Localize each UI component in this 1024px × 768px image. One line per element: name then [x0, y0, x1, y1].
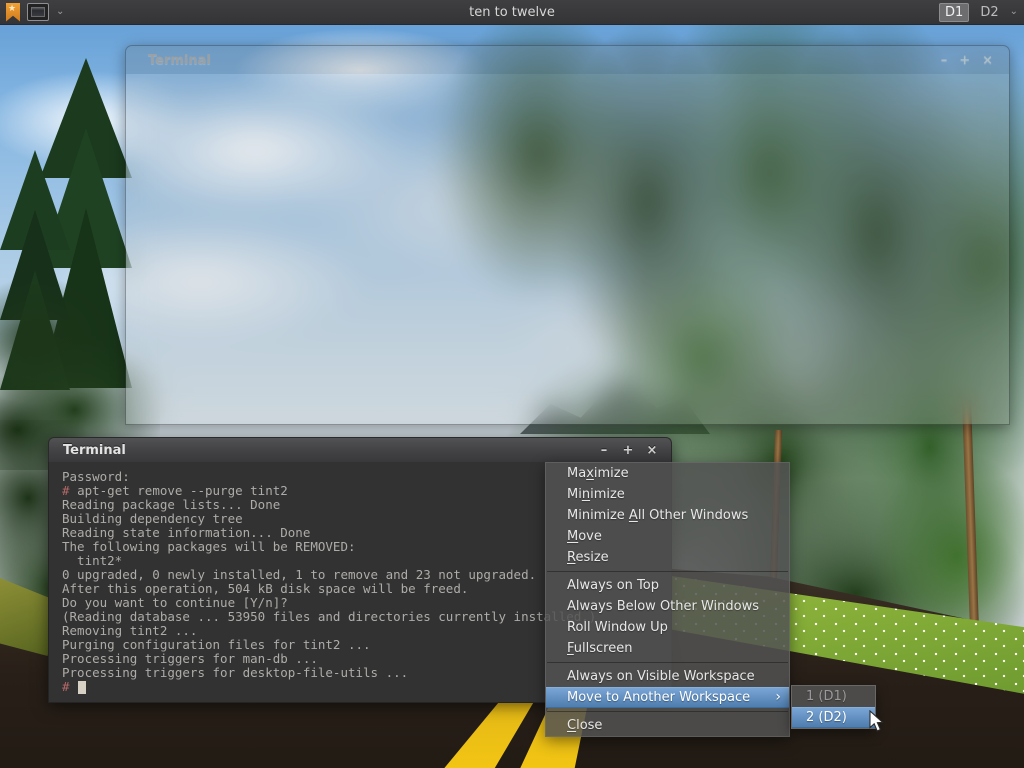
- menu-item-label: Resize: [567, 547, 609, 568]
- shell-prompt: #: [62, 483, 77, 498]
- menu-item-roll-window-up[interactable]: Roll Window Up: [546, 617, 789, 638]
- distro-logo-icon[interactable]: ★: [6, 3, 20, 22]
- terminal-title: Terminal: [63, 443, 126, 458]
- background-window-titlebar[interactable]: Terminal – + ×: [126, 46, 1009, 74]
- workspace-submenu: 1 (D1)2 (D2): [791, 685, 876, 729]
- workspace-button-d2[interactable]: D2: [975, 4, 1003, 21]
- background-terminal-window[interactable]: Terminal – + ×: [125, 45, 1010, 425]
- submenu-item-workspace-1: 1 (D1): [792, 686, 875, 707]
- menu-item-always-below-other-windows[interactable]: Always Below Other Windows: [546, 596, 789, 617]
- menu-item-label: 2 (D2): [806, 708, 847, 727]
- window-thumbnail-icon: [31, 7, 45, 17]
- menu-item-minimize-all-other-windows[interactable]: Minimize All Other Windows: [546, 505, 789, 526]
- submenu-arrow-icon: ›: [775, 687, 781, 708]
- menu-item-always-on-top[interactable]: Always on Top: [546, 575, 789, 596]
- window-list-button[interactable]: [27, 3, 49, 21]
- menu-item-label: Roll Window Up: [567, 617, 668, 638]
- menu-separator: [546, 568, 789, 575]
- menu-item-fullscreen[interactable]: Fullscreen: [546, 638, 789, 659]
- menu-item-label: Maximize: [567, 463, 629, 484]
- chevron-down-icon[interactable]: ⌄: [56, 7, 64, 17]
- maximize-button[interactable]: +: [621, 443, 635, 458]
- menu-item-always-on-visible-workspace[interactable]: Always on Visible Workspace: [546, 666, 789, 687]
- close-button[interactable]: ×: [982, 53, 993, 68]
- panel-clock-title: ten to twelve: [0, 5, 1024, 20]
- menu-item-label: Minimize: [567, 484, 625, 505]
- close-button[interactable]: ×: [645, 443, 659, 458]
- menu-item-label: Always Below Other Windows: [567, 596, 759, 617]
- desktop: ★ ⌄ ten to twelve D1 D2 ⌄ Terminal – + ×…: [0, 0, 1024, 768]
- terminal-titlebar[interactable]: Terminal – + ×: [48, 437, 672, 462]
- window-menu: MaximizeMinimizeMinimize All Other Windo…: [545, 462, 790, 737]
- menu-item-label: Fullscreen: [567, 638, 632, 659]
- mouse-cursor: [869, 710, 887, 734]
- menu-item-maximize[interactable]: Maximize: [546, 463, 789, 484]
- menu-item-label: Always on Top: [567, 575, 659, 596]
- menu-item-label: Minimize All Other Windows: [567, 505, 748, 526]
- menu-item-minimize[interactable]: Minimize: [546, 484, 789, 505]
- menu-item-resize[interactable]: Resize: [546, 547, 789, 568]
- maximize-button[interactable]: +: [959, 53, 970, 68]
- workspace-button-d1[interactable]: D1: [939, 3, 969, 22]
- minimize-button[interactable]: –: [941, 53, 948, 68]
- menu-item-label: Move to Another Workspace: [567, 688, 750, 707]
- top-panel: ★ ⌄ ten to twelve D1 D2 ⌄: [0, 0, 1024, 25]
- background-window-content: [126, 74, 1009, 424]
- minimize-button[interactable]: –: [597, 443, 611, 458]
- menu-item-label: 1 (D1): [806, 686, 847, 707]
- shell-prompt: #: [62, 679, 77, 694]
- background-window-title: Terminal: [148, 53, 211, 68]
- menu-item-move[interactable]: Move: [546, 526, 789, 547]
- submenu-item-workspace-2[interactable]: 2 (D2): [792, 707, 875, 728]
- menu-item-label: Move: [567, 526, 602, 547]
- terminal-cursor: [78, 681, 86, 694]
- menu-item-close[interactable]: Close: [546, 715, 789, 736]
- menu-separator: [546, 659, 789, 666]
- menu-separator: [546, 708, 789, 715]
- menu-item-label: Always on Visible Workspace: [567, 666, 755, 687]
- chevron-down-icon[interactable]: ⌄: [1010, 7, 1018, 17]
- menu-item-label: Close: [567, 715, 602, 736]
- menu-item-move-to-another-workspace[interactable]: Move to Another Workspace ›: [546, 687, 789, 708]
